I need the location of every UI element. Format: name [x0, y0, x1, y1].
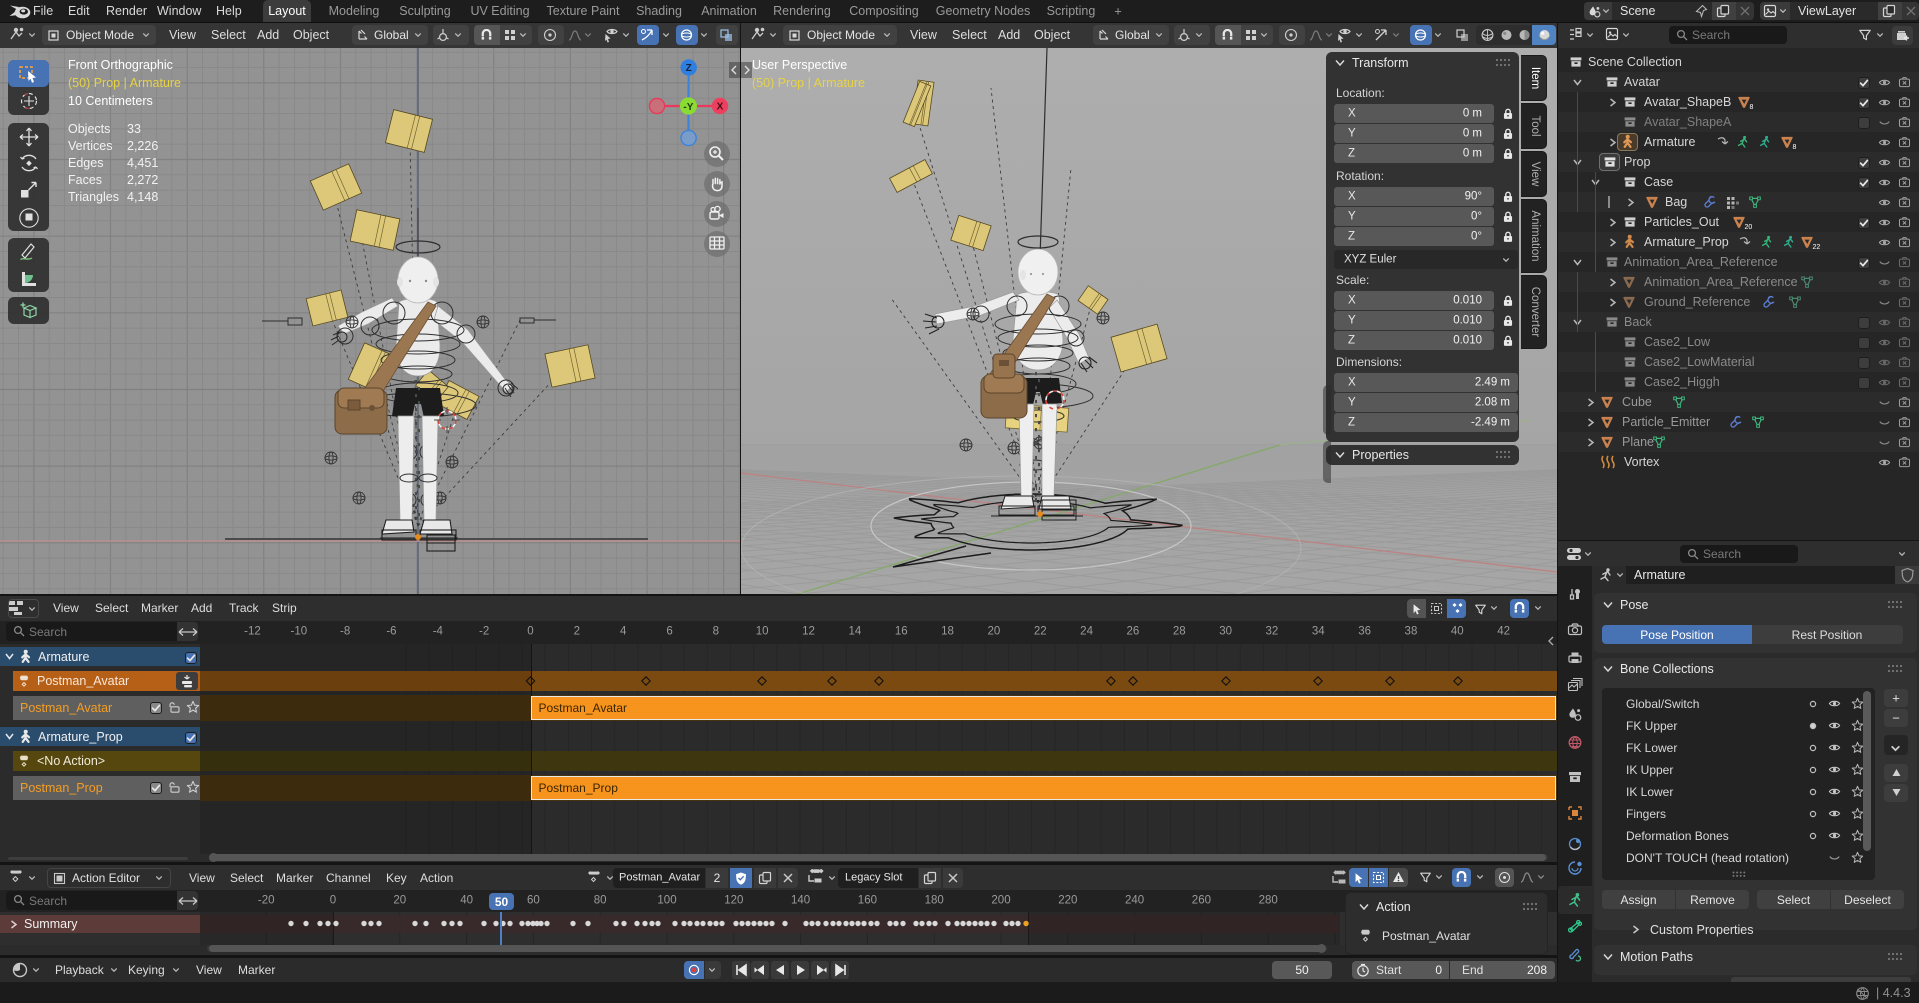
- svg-text:22: 22: [1813, 244, 1821, 251]
- svg-text:20: 20: [1745, 224, 1753, 231]
- svg-text:8: 8: [1750, 104, 1754, 111]
- svg-text:X: X: [717, 102, 724, 113]
- svg-text:-Y: -Y: [683, 102, 693, 113]
- svg-text:Z: Z: [686, 63, 692, 74]
- svg-text:8: 8: [1793, 144, 1797, 151]
